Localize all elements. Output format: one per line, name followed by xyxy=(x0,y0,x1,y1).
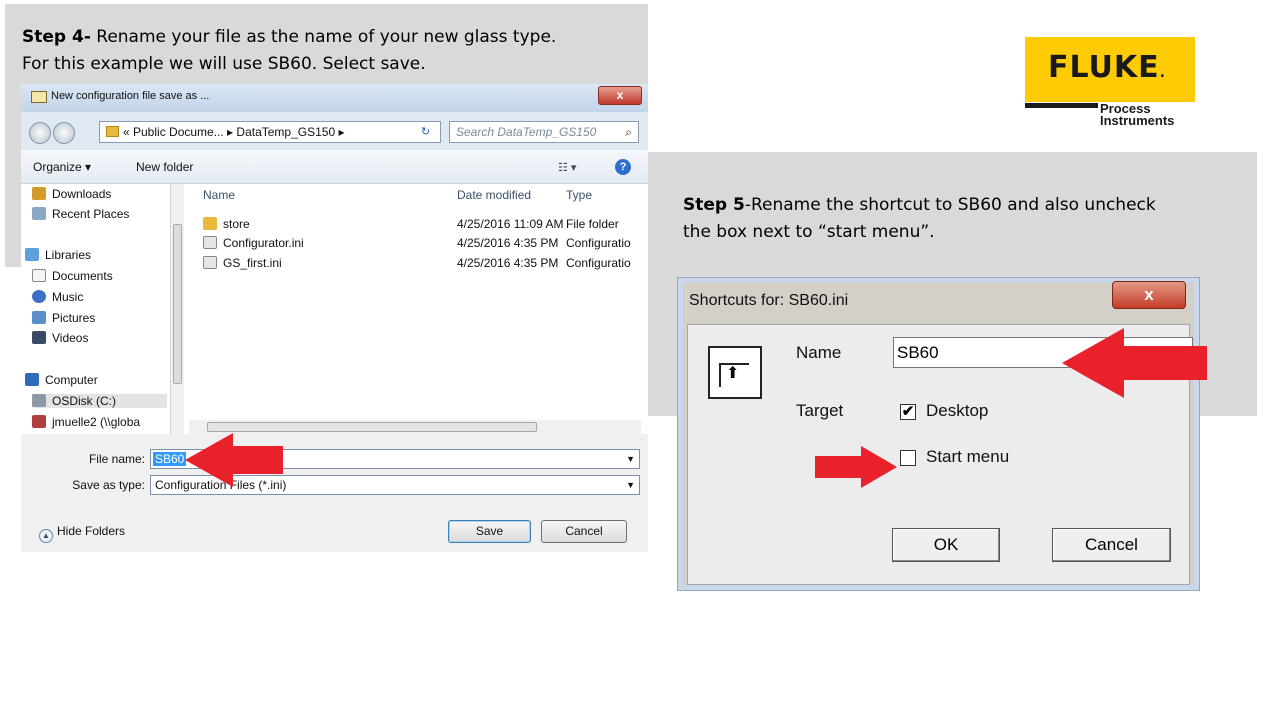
folder-icon xyxy=(203,217,217,230)
shortcut-icon: ⬆ xyxy=(708,346,762,399)
dialog-toolbar: Organize ▾ New folder ☷ ▾ ? xyxy=(21,150,648,184)
sidebar-item-libraries[interactable]: Libraries xyxy=(25,248,91,262)
file-date-configurator: 4/25/2016 4:35 PM xyxy=(457,236,559,250)
back-button[interactable] xyxy=(29,122,51,144)
music-icon xyxy=(32,290,46,303)
ini-file-icon xyxy=(203,256,217,269)
column-header-name[interactable]: Name xyxy=(203,188,235,202)
column-header-type[interactable]: Type xyxy=(566,188,592,202)
save-dialog-titlebar: New configuration file save as ... x xyxy=(21,84,648,112)
shortcuts-cancel-button[interactable]: Cancel xyxy=(1052,528,1171,562)
address-path: « Public Docume... ▸ DataTemp_GS150 ▸ xyxy=(123,125,345,139)
sidebar-item-videos[interactable]: Videos xyxy=(32,331,88,345)
fluke-logo-word: FLUKE. xyxy=(1048,50,1166,85)
step4-line1: Rename your file as the name of your new… xyxy=(90,27,557,47)
chevron-down-icon[interactable]: ▼ xyxy=(626,450,635,468)
sidebar-item-network-drive[interactable]: jmuelle2 (\\globa xyxy=(32,415,140,429)
step4-line2: For this example we will use SB60. Selec… xyxy=(22,54,426,74)
dialog-file-icon xyxy=(31,91,47,103)
save-dialog-title: New configuration file save as ... xyxy=(51,90,210,102)
step5-instruction: Step 5-Rename the shortcut to SB60 and a… xyxy=(683,192,1156,246)
computer-icon xyxy=(25,373,39,386)
filelist-horizontal-scrollbar[interactable] xyxy=(189,420,641,434)
file-type-store: File folder xyxy=(566,217,619,231)
recent-places-icon xyxy=(32,207,46,220)
desktop-checkbox[interactable]: ✔ xyxy=(900,404,916,420)
help-icon[interactable]: ? xyxy=(615,159,631,175)
save-as-dialog: New configuration file save as ... x « P… xyxy=(21,84,648,552)
sidebar-item-music[interactable]: Music xyxy=(32,290,83,304)
shortcuts-dialog-close-button[interactable]: x xyxy=(1112,281,1186,309)
save-dialog-footer: File name: SB60 ▼ Save as type: Configur… xyxy=(21,434,648,552)
chevron-up-icon: ▲ xyxy=(39,529,53,543)
new-folder-button[interactable]: New folder xyxy=(136,160,193,174)
network-drive-icon xyxy=(32,415,46,428)
step5-label: Step 5 xyxy=(683,195,745,215)
libraries-icon xyxy=(25,248,39,261)
view-options-icon[interactable]: ☷ ▾ xyxy=(558,161,586,174)
step4-label: Step 4- xyxy=(22,27,91,47)
file-name-label: File name: xyxy=(88,452,145,466)
shortcuts-dialog: Shortcuts for: SB60.ini x ⬆ Name SB60 Ta… xyxy=(677,277,1200,591)
downloads-icon xyxy=(32,187,46,200)
filelist-scroll-thumb[interactable] xyxy=(207,422,537,432)
documents-icon xyxy=(32,269,46,282)
red-arrow-name-field xyxy=(1062,328,1207,398)
file-type-gs-first: Configuratio xyxy=(566,256,631,270)
address-row: « Public Docume... ▸ DataTemp_GS150 ▸ ↻ … xyxy=(21,112,648,150)
cancel-button[interactable]: Cancel xyxy=(541,520,627,543)
fluke-logo-bar xyxy=(1025,103,1098,108)
chevron-down-icon[interactable]: ▼ xyxy=(626,476,635,494)
target-label: Target xyxy=(796,401,844,420)
sidebar-scroll-thumb[interactable] xyxy=(173,224,182,384)
step5-line1: -Rename the shortcut to SB60 and also un… xyxy=(744,195,1156,215)
sidebar-item-computer[interactable]: Computer xyxy=(25,373,98,387)
file-type-configurator: Configuratio xyxy=(566,236,631,250)
file-date-gs-first: 4/25/2016 4:35 PM xyxy=(457,256,559,270)
search-input[interactable]: Search DataTemp_GS150 ⌕ xyxy=(449,121,639,143)
hide-folders-button[interactable]: ▲ Hide Folders xyxy=(39,524,125,543)
forward-button[interactable] xyxy=(53,122,75,144)
sidebar-item-osdisk[interactable]: OSDisk (C:) xyxy=(32,394,167,408)
column-header-date[interactable]: Date modified xyxy=(457,188,531,202)
pictures-icon xyxy=(32,311,46,324)
file-row-store[interactable]: store xyxy=(203,217,250,231)
file-row-configurator[interactable]: Configurator.ini xyxy=(203,236,304,250)
red-arrow-file-name xyxy=(185,433,283,487)
file-date-store: 4/25/2016 11:09 AM xyxy=(457,217,564,231)
sidebar-scrollbar[interactable] xyxy=(170,184,184,434)
file-name-value: SB60 xyxy=(153,452,187,466)
search-icon[interactable]: ⌕ xyxy=(625,122,632,142)
sidebar-item-documents[interactable]: Documents xyxy=(32,269,113,283)
sidebar-item-pictures[interactable]: Pictures xyxy=(32,311,95,325)
save-as-type-label: Save as type: xyxy=(72,478,145,492)
file-row-gs-first[interactable]: GS_first.ini xyxy=(203,256,282,270)
folder-icon xyxy=(106,126,119,137)
step4-instruction: Step 4- Rename your file as the name of … xyxy=(22,24,556,78)
red-arrow-start-menu xyxy=(815,446,897,488)
sidebar-item-downloads[interactable]: Downloads xyxy=(32,187,111,201)
start-menu-checkbox[interactable] xyxy=(900,450,916,466)
fluke-logo-subtitle: Process Instruments xyxy=(1100,101,1175,128)
desktop-checkbox-label: Desktop xyxy=(926,401,989,420)
name-label: Name xyxy=(796,343,842,362)
videos-icon xyxy=(32,331,46,344)
shortcuts-dialog-title: Shortcuts for: SB60.ini xyxy=(689,292,849,309)
step5-line2: the box next to “start menu”. xyxy=(683,222,935,242)
refresh-icon[interactable]: ↻ xyxy=(421,125,439,139)
address-bar[interactable]: « Public Docume... ▸ DataTemp_GS150 ▸ xyxy=(99,121,441,143)
start-menu-checkbox-label: Start menu xyxy=(926,447,1010,466)
ini-file-icon xyxy=(203,236,217,249)
ok-button[interactable]: OK xyxy=(892,528,1000,562)
disk-icon xyxy=(32,394,46,407)
sidebar-item-recent-places[interactable]: Recent Places xyxy=(32,207,129,221)
organize-menu[interactable]: Organize ▾ xyxy=(33,160,91,174)
save-button[interactable]: Save xyxy=(448,520,531,543)
save-dialog-close-button[interactable]: x xyxy=(598,86,642,105)
